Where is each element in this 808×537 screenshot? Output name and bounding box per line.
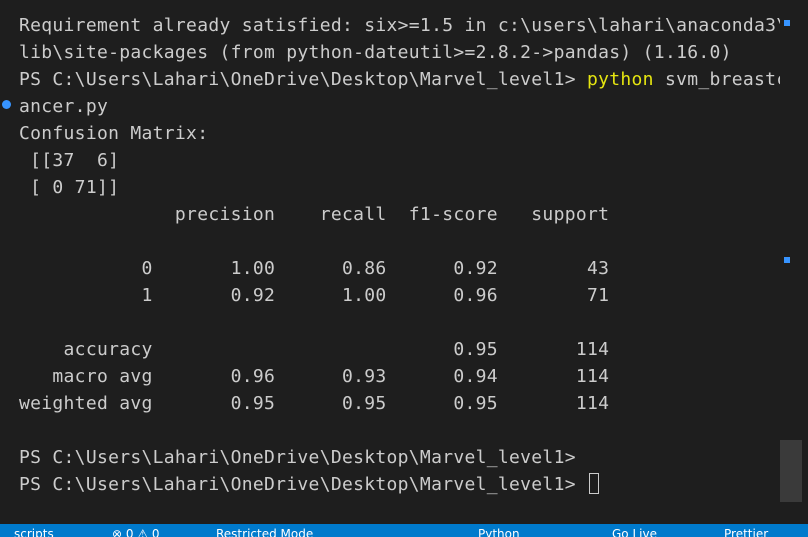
terminal-panel[interactable]: Requirement already satisfied: six>=1.5 … (0, 0, 780, 524)
command-line: PS C:\Users\Lahari\OneDrive\Desktop\Marv… (19, 66, 780, 93)
scroll-marker-2 (784, 257, 790, 263)
output-line-pip-1: Requirement already satisfied: six>=1.5 … (19, 15, 780, 36)
status-go-live[interactable]: Go Live (612, 527, 657, 537)
prompt-line-1: PS C:\Users\Lahari\OneDrive\Desktop\Marv… (19, 447, 576, 468)
scrollbar-thumb[interactable] (780, 440, 802, 502)
output-report-macro: macro avg 0.96 0.93 0.94 114 (19, 366, 610, 387)
status-restricted-mode[interactable]: Restricted Mode (216, 527, 313, 537)
scroll-marker-1 (784, 20, 790, 26)
command-decoration-dot[interactable] (2, 100, 11, 109)
command-prompt: PS C:\Users\Lahari\OneDrive\Desktop\Marv… (19, 69, 587, 90)
output-matrix-row-1: [[37 6] (19, 150, 120, 171)
output-matrix-row-2: [ 0 71]] (19, 177, 120, 198)
terminal-scrollbar[interactable] (780, 0, 808, 524)
active-prompt: PS C:\Users\Lahari\OneDrive\Desktop\Marv… (19, 474, 587, 495)
status-scripts[interactable]: scripts (14, 527, 54, 537)
terminal-cursor (588, 473, 599, 494)
status-prettier[interactable]: Prettier (724, 527, 768, 537)
output-report-header: precision recall f1-score support (19, 204, 610, 225)
output-report-weighted: weighted avg 0.95 0.95 0.95 114 (19, 393, 610, 414)
output-report-row-1: 1 0.92 1.00 0.96 71 (19, 285, 610, 306)
prompt-line-active[interactable]: PS C:\Users\Lahari\OneDrive\Desktop\Marv… (19, 471, 599, 498)
status-python[interactable]: Python (478, 527, 520, 537)
output-line-pip-2: lib\site-packages (from python-dateutil>… (19, 42, 732, 63)
output-confusion-title: Confusion Matrix: (19, 123, 209, 144)
output-report-row-0: 0 1.00 0.86 0.92 43 (19, 258, 610, 279)
status-problems[interactable]: ⊗ 0 ⚠ 0 (112, 527, 160, 537)
command-name: python (586, 69, 654, 90)
status-bar: scripts ⊗ 0 ⚠ 0 Restricted Mode Python G… (0, 524, 808, 537)
command-args: svm_breastc (653, 69, 780, 90)
output-report-accuracy: accuracy 0.95 114 (19, 339, 610, 360)
command-line-wrap: ancer.py (19, 96, 109, 117)
